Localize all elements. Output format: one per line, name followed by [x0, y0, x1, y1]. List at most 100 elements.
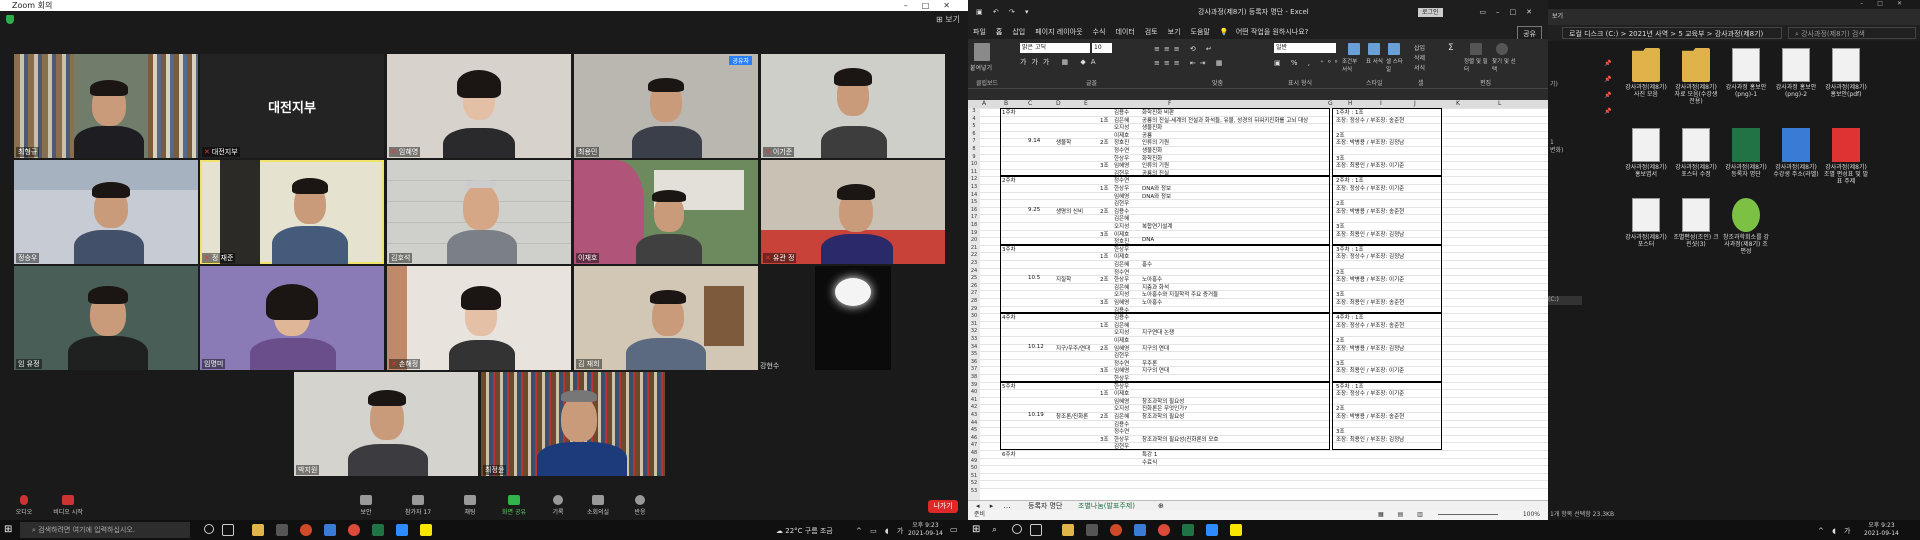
date-cell[interactable]: 9.14: [1028, 138, 1040, 144]
presentation-topic-cell[interactable]: 지구의 연대: [1142, 366, 1169, 374]
file-item[interactable]: 강사과정(제8기) 자료 모음(수강생 전용): [1672, 48, 1720, 105]
presentation-topic-cell[interactable]: 창조과학의 필요성: [1142, 412, 1184, 420]
row-header[interactable]: 33: [968, 336, 980, 344]
row-header[interactable]: 48: [968, 450, 980, 458]
group-cell[interactable]: 2조: [1100, 207, 1109, 215]
group-leader-cell[interactable]: 조장: 정상수 / 부조장: 송준현: [1336, 116, 1404, 124]
video-tile[interactable]: 박지원: [294, 372, 478, 476]
file-item[interactable]: 강사과정(제8기) 홍보안(pdf): [1822, 48, 1870, 98]
group-cell[interactable]: 2조: [1100, 344, 1109, 352]
file-item[interactable]: 강사과정(제8기) 조별 편성표 및 발표 주제: [1822, 128, 1870, 185]
group-leader-cell[interactable]: 조장: 정상수 / 부조장: 이기준: [1336, 389, 1404, 397]
quick-access-toolbar[interactable]: ▣ ↶ ↷ ▾: [976, 0, 1033, 25]
group-leader-cell[interactable]: 조장: 박병용 / 부조장: 송준현: [1336, 412, 1404, 420]
weather-widget[interactable]: ☁ 22°C 구름 조금: [776, 526, 833, 536]
excel-taskbar-icon[interactable]: [1182, 524, 1194, 536]
search-icon[interactable]: ⌕: [992, 525, 997, 535]
column-header[interactable]: D: [1056, 100, 1061, 108]
view-mode-buttons[interactable]: ▦ ▤ ▥: [1378, 510, 1429, 520]
tab-help[interactable]: 도움말: [1186, 25, 1215, 39]
row-header[interactable]: 24: [968, 268, 980, 276]
participants-button[interactable]: 참가자 17: [396, 495, 440, 516]
breadcrumb-item[interactable]: 5 교육부: [1678, 30, 1704, 38]
week-label[interactable]: 1주차: [1002, 108, 1016, 116]
video-tile[interactable]: ✕ 임혜영: [387, 54, 571, 158]
column-header[interactable]: K: [1456, 100, 1460, 108]
video-tile[interactable]: 김호석: [387, 160, 571, 264]
window-controls[interactable]: –□✕: [1860, 0, 1916, 7]
powerpoint-taskbar-icon[interactable]: [300, 524, 312, 536]
breadcrumb-item[interactable]: 강사과정(제8기): [1715, 30, 1764, 38]
video-tile[interactable]: 김 재희: [574, 266, 758, 370]
row-header[interactable]: 12: [968, 176, 980, 184]
row-header[interactable]: 6: [968, 131, 980, 139]
video-tile[interactable]: 공유자 최용민: [574, 54, 758, 158]
breakout-rooms-button[interactable]: 소회의실: [576, 495, 620, 516]
row-header[interactable]: 18: [968, 222, 980, 230]
sort-filter-icon[interactable]: [1470, 43, 1482, 55]
row-header[interactable]: 9: [968, 154, 980, 162]
row-header[interactable]: 16: [968, 207, 980, 215]
date-cell[interactable]: 10.5: [1028, 275, 1040, 281]
record-button[interactable]: 기록: [536, 495, 580, 516]
row-header[interactable]: 13: [968, 184, 980, 192]
group-cell[interactable]: 3조: [1100, 230, 1109, 238]
notification-icon[interactable]: ▭: [950, 525, 958, 534]
group-cell[interactable]: 1조: [1100, 252, 1109, 260]
file-item[interactable]: 강사과정(제8기) 사진 모음: [1622, 48, 1670, 98]
row-header[interactable]: 11: [968, 169, 980, 177]
presentation-topic-cell[interactable]: 복합연기설계: [1142, 222, 1172, 230]
column-header[interactable]: F: [1168, 100, 1171, 108]
windows-start-icon[interactable]: ⊞: [4, 524, 16, 536]
row-header[interactable]: 35: [968, 351, 980, 359]
video-tile[interactable]: ✕ 유관 정: [761, 160, 945, 264]
group-cell[interactable]: 2조: [1100, 138, 1109, 146]
excel-taskbar-icon[interactable]: [372, 524, 384, 536]
file-item[interactable]: 강사과정 홍보안 (png)-2: [1772, 48, 1820, 98]
row-header[interactable]: 36: [968, 359, 980, 367]
group-leader-cell[interactable]: 조장: 최용인 / 부조장: 송준현: [1336, 298, 1404, 306]
group-cell[interactable]: 1조: [1100, 389, 1109, 397]
breadcrumb-item[interactable]: 2021년 사역: [1629, 30, 1668, 38]
tab-page-layout[interactable]: 페이지 레이아웃: [1030, 25, 1087, 39]
security-shield-icon[interactable]: [6, 15, 14, 24]
week-label[interactable]: 2주차: [1002, 176, 1016, 184]
row-header[interactable]: 4: [968, 116, 980, 124]
row-header[interactable]: 28: [968, 298, 980, 306]
row-header[interactable]: 14: [968, 192, 980, 200]
video-tile[interactable]: 최형규: [14, 54, 198, 158]
row-header[interactable]: 43: [968, 412, 980, 420]
date-cell[interactable]: 10.19: [1028, 412, 1044, 418]
topic-cell[interactable]: 지질학: [1056, 275, 1071, 283]
row-header[interactable]: 21: [968, 245, 980, 253]
file-item[interactable]: 강사과정(제8기) 포스터: [1622, 198, 1670, 248]
column-header[interactable]: L: [1498, 100, 1501, 108]
row-header[interactable]: 3: [968, 108, 980, 116]
presentation-topic-cell[interactable]: 홍수: [1142, 260, 1152, 268]
row-header[interactable]: 8: [968, 146, 980, 154]
file-item[interactable]: 강사과정(제8기) 홍보엽서: [1622, 128, 1670, 178]
week-label[interactable]: 4주차: [1002, 313, 1016, 321]
group-leader-cell[interactable]: 조장: 정상수 / 부조장: 이기준: [1336, 184, 1404, 192]
group-leader-cell[interactable]: 조장: 최용인 / 부조장: 이기준: [1336, 366, 1404, 374]
font-format-buttons[interactable]: 가가가 ▦ ◆A: [1020, 57, 1101, 67]
presentation-topic-cell[interactable]: 노아홍수: [1142, 298, 1162, 306]
group-leader-cell[interactable]: 조장: 최용인 / 부조장: 김정남: [1336, 230, 1404, 238]
format-cells-button[interactable]: 서식: [1414, 63, 1425, 72]
column-header[interactable]: E: [1084, 100, 1088, 108]
row-header[interactable]: 40: [968, 389, 980, 397]
row-header[interactable]: 52: [968, 480, 980, 488]
audio-button[interactable]: 오디오: [2, 495, 46, 516]
find-select-icon[interactable]: [1496, 43, 1508, 55]
group-leader-cell[interactable]: 조장: 박병용 / 부조장: 김정남: [1336, 138, 1404, 146]
row-header[interactable]: 31: [968, 321, 980, 329]
row-header[interactable]: 25: [968, 275, 980, 283]
file-item[interactable]: 강사과정(제8기) 포스터 수정: [1672, 128, 1720, 178]
row-header[interactable]: 37: [968, 366, 980, 374]
login-button[interactable]: 로그인: [1418, 8, 1443, 17]
video-tile[interactable]: [815, 266, 891, 370]
video-tile[interactable]: 최정윤: [481, 372, 665, 476]
group-cell[interactable]: 2조: [1100, 412, 1109, 420]
row-header[interactable]: 19: [968, 230, 980, 238]
column-header[interactable]: A: [982, 100, 986, 108]
